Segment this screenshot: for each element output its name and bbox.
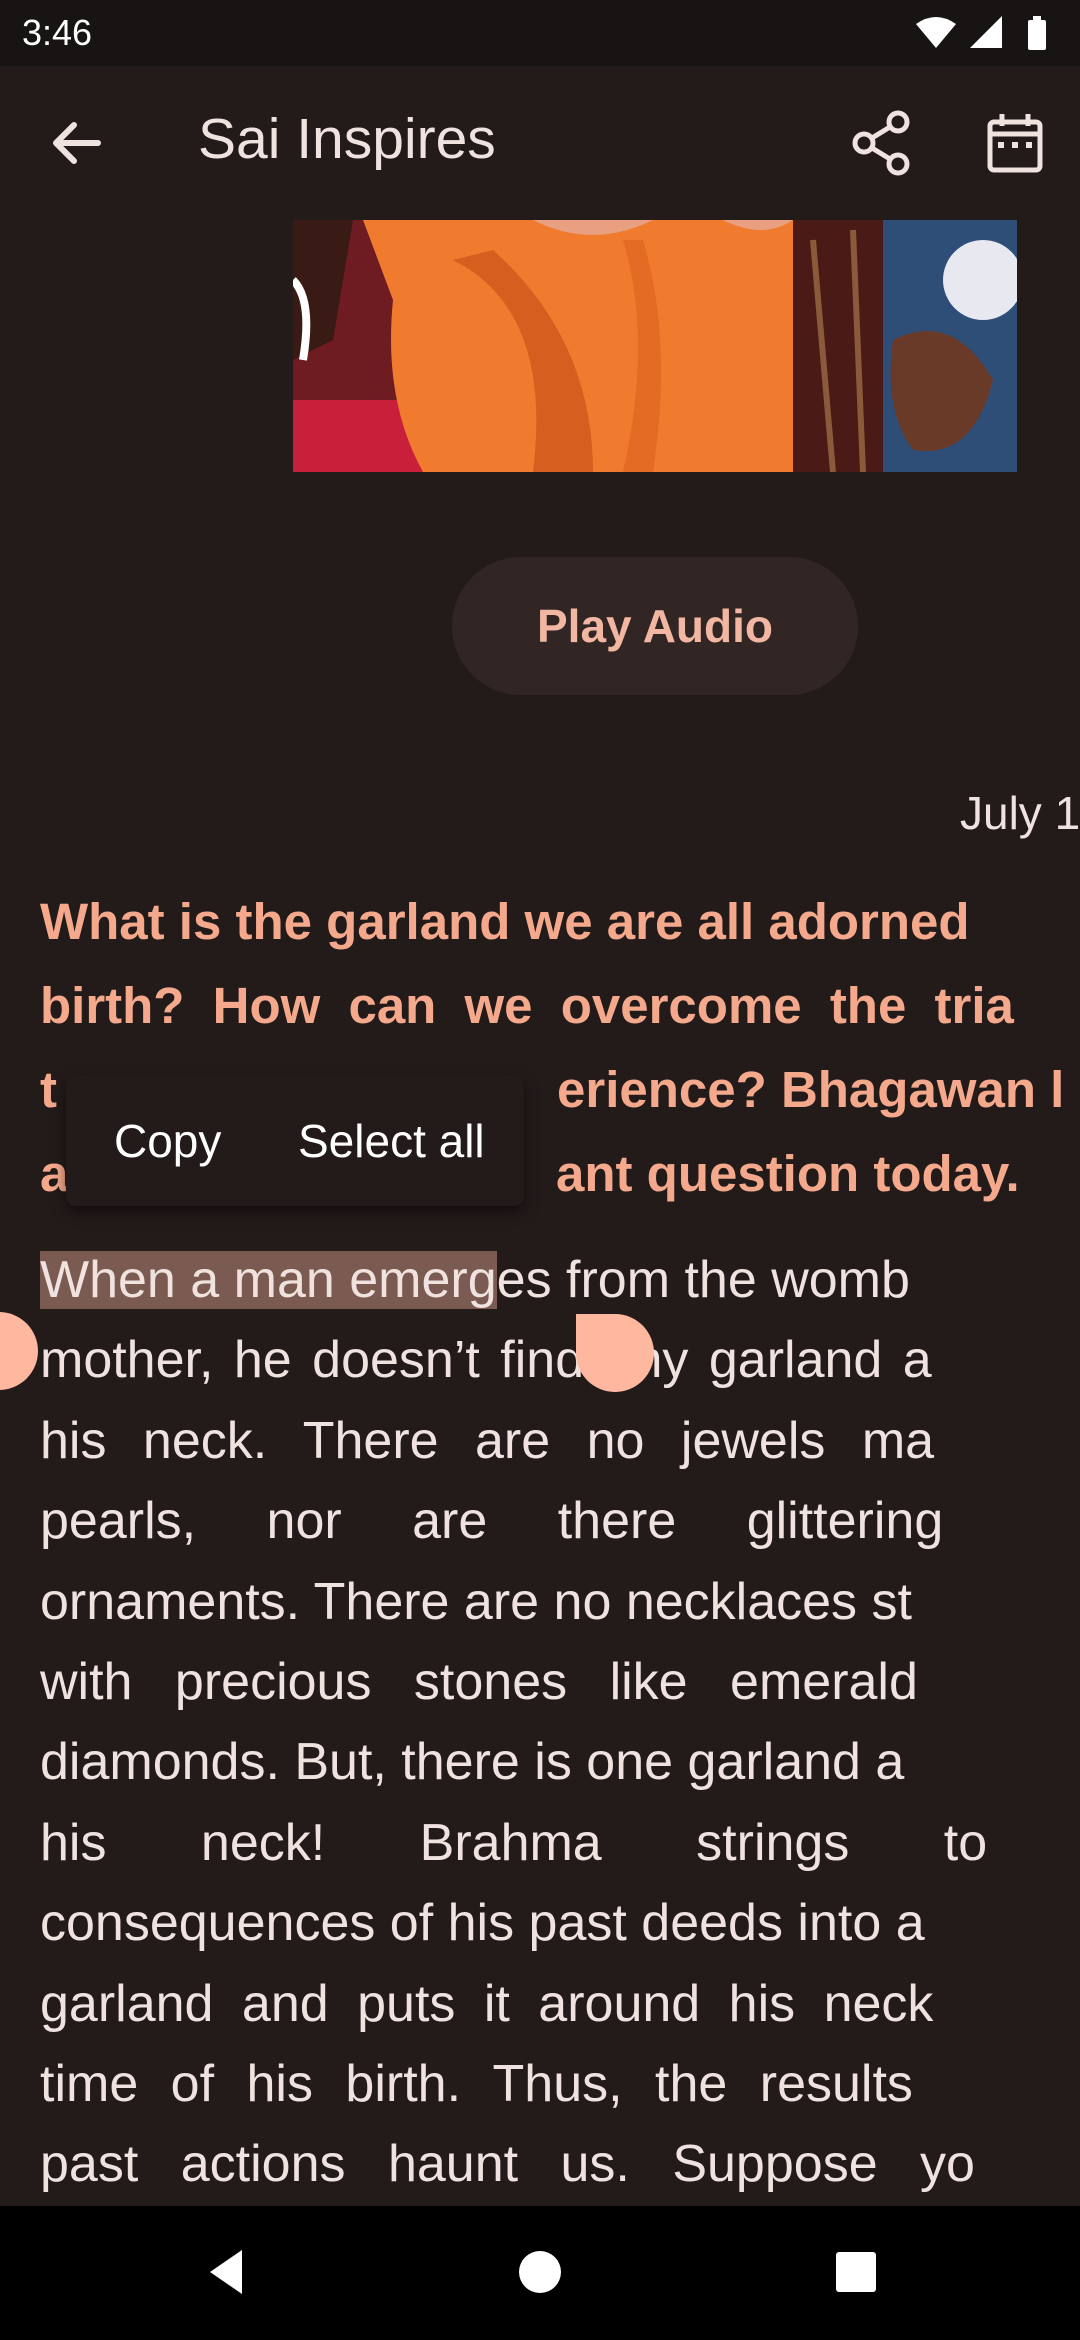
hero-image [293,220,1017,472]
nav-back-icon[interactable] [196,2242,256,2302]
body-line: ornaments. There are no necklaces st [40,1572,912,1631]
play-audio-button[interactable]: Play Audio [452,557,858,695]
body-line: past actions haunt us. Suppose yo [40,2135,975,2194]
text-selection-menu: Copy Select all [66,1076,524,1206]
intro-fragment: a [40,1145,69,1202]
body-line: time of his birth. Thus, the results [40,2054,913,2113]
arrow-back-icon[interactable] [40,106,114,180]
body-line: diamonds. But, there is one garland a [40,1733,905,1792]
nav-home-icon[interactable] [510,2242,570,2302]
intro-fragment: t [40,1061,57,1118]
body-line: pearls, nor are there glittering [40,1492,944,1551]
navigation-bar [0,2206,1080,2340]
body-line: garland and puts it around his neck [40,1974,934,2033]
selection-end-handle[interactable] [576,1314,654,1392]
screen: 3:46 Sai Inspires Play Audio July 1 What… [0,0,1080,2340]
cellular-signal-icon [970,16,1002,48]
body-text-rest: es from the womb [496,1251,910,1309]
body-line: consequences of his past deeds into a [40,1894,925,1953]
status-icons [916,16,1046,50]
status-time: 3:46 [22,12,93,53]
body-line: with precious stones like emerald [40,1652,918,1711]
intro-line: birth? How can we overcome the tria [40,977,1014,1034]
intro-line: What is the garland we are all adorned [40,893,970,950]
wifi-icon [916,17,956,48]
share-icon[interactable] [846,108,916,178]
body-line: When a man emerges from the womb [40,1240,1080,1320]
page-title: Sai Inspires [198,107,496,171]
battery-icon [1028,16,1046,50]
intro-fragment: erience? Bhagawan l [557,1061,1065,1118]
status-bar: 3:46 [0,0,1080,66]
body-line: mother, he doesn’t find any garland a [40,1331,932,1390]
nav-recents-icon[interactable] [826,2242,886,2302]
copy-menu-item[interactable]: Copy [114,1114,221,1168]
selected-text[interactable]: When a man emerg [40,1251,497,1309]
calendar-icon[interactable] [980,108,1050,178]
selection-start-handle[interactable] [0,1312,38,1390]
article-date: July 1 [960,787,1080,839]
article-body[interactable]: When a man emerges from the womb mother,… [40,1240,1080,2205]
select-all-menu-item[interactable]: Select all [298,1114,485,1168]
app-bar: Sai Inspires [0,66,1080,220]
intro-fragment: ant question today. [556,1145,1020,1202]
body-line: his neck. There are no jewels ma [40,1411,935,1470]
body-line: his neck! Brahma strings to [40,1813,988,1872]
